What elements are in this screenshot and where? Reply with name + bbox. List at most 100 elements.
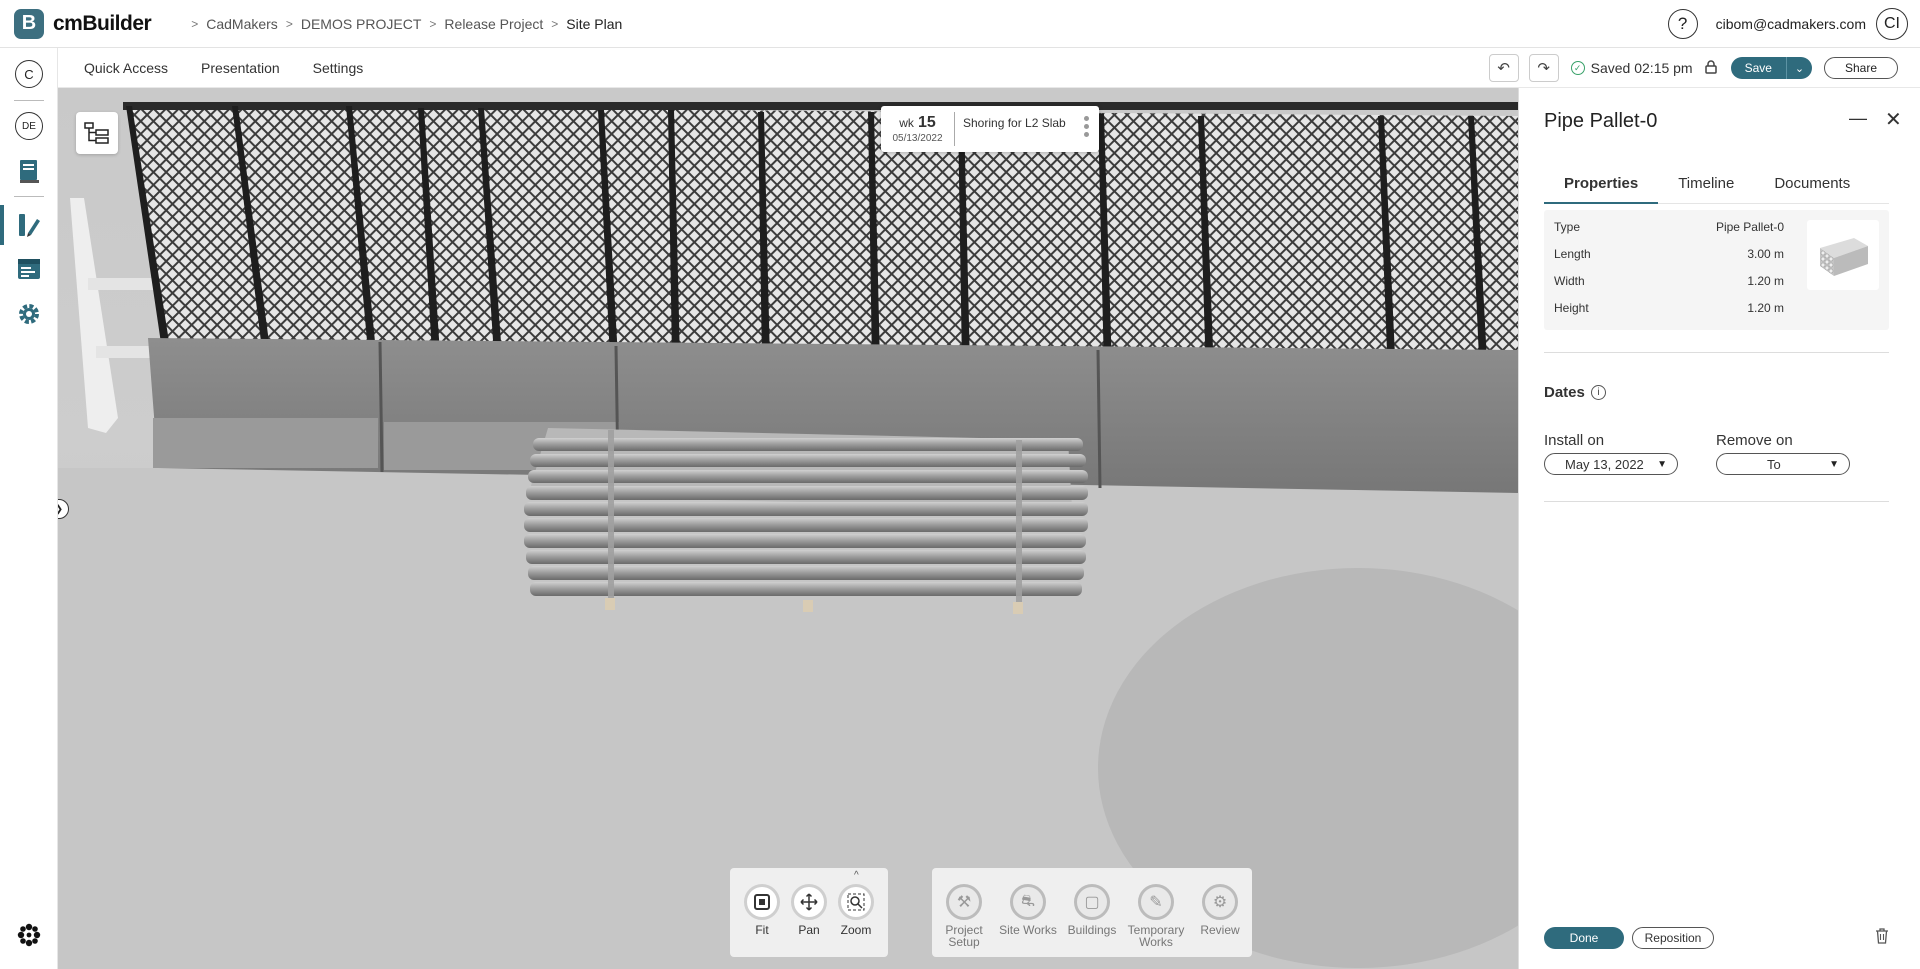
breadcrumb-item-cadmakers[interactable]: CadMakers [206, 16, 278, 32]
tab-timeline[interactable]: Timeline [1658, 174, 1754, 204]
property-value: 1.20 m [1747, 301, 1784, 315]
panel-title: Pipe Pallet-0 [1544, 110, 1658, 132]
schedule-card[interactable]: wk 15 05/13/2022 Shoring for L2 Slab [881, 106, 1099, 152]
breadcrumb-separator: > [429, 16, 437, 31]
site-works-icon: ⛐ [1010, 884, 1046, 920]
activity-name: Shoring for L2 Slab [963, 116, 1066, 130]
rail-divider [14, 196, 44, 197]
breadcrumb-separator: > [551, 16, 559, 31]
week-line: wk 15 [881, 114, 954, 132]
property-type: Type Pipe Pallet-0 [1554, 220, 1784, 234]
rail-divider [14, 100, 44, 101]
property-value: Pipe Pallet-0 [1715, 220, 1784, 234]
project-badge-letters: DE [15, 112, 43, 140]
documents-icon[interactable] [12, 154, 46, 188]
review-label: Review [1200, 923, 1240, 937]
help-icon[interactable]: ? [1667, 9, 1698, 39]
minimize-icon[interactable]: — [1849, 108, 1867, 129]
project-badge[interactable]: DE [12, 109, 46, 143]
menu-presentation[interactable]: Presentation [201, 60, 280, 76]
trash-icon[interactable] [1875, 928, 1889, 948]
active-indicator [0, 205, 4, 245]
done-button[interactable]: Done [1544, 927, 1624, 949]
schedule-icon[interactable] [12, 252, 46, 286]
property-height: Height 1.20 m [1554, 301, 1784, 315]
project-setup-icon: ⚒ [946, 884, 982, 920]
logo-letter: B [21, 12, 37, 34]
property-label: Width [1554, 274, 1585, 288]
user-email[interactable]: cibom@cadmakers.com [1716, 16, 1866, 32]
buildings-button[interactable]: ▢ Buildings [1062, 884, 1122, 936]
breadcrumb-separator: > [191, 16, 199, 31]
divider [1544, 352, 1889, 353]
breadcrumb-separator: > [285, 16, 293, 31]
info-icon[interactable]: i [1591, 385, 1606, 400]
tab-properties[interactable]: Properties [1544, 174, 1659, 204]
remove-date-select[interactable]: To ▼ [1716, 453, 1850, 475]
breadcrumb-item-release-project[interactable]: Release Project [444, 16, 543, 32]
divider [1544, 501, 1889, 502]
apps-icon[interactable] [12, 918, 46, 952]
property-length: Length 3.00 m [1554, 247, 1784, 261]
save-group: Save ⌄ [1730, 57, 1812, 79]
close-icon[interactable]: ✕ [1885, 107, 1902, 132]
toolbar-actions: ↶ ↷ ✓ Saved 02:15 pm Save ⌄ Share [1479, 54, 1898, 82]
properties-box: Type Pipe Pallet-0 Length 3.00 m Width 1.20… [1544, 210, 1889, 330]
app-name: cmBuilder [53, 11, 152, 35]
pipe-pallet-thumbnail [1807, 220, 1879, 290]
breadcrumb-item-site-plan: Site Plan [566, 15, 623, 32]
install-date-value: May 13, 2022 [1565, 456, 1644, 472]
temporary-works-button[interactable]: ✎ Temporary Works [1126, 884, 1186, 948]
caret-down-icon: ▼ [1829, 458, 1839, 470]
avatar[interactable]: CI [1876, 8, 1908, 40]
temporary-works-label: Temporary Works [1127, 923, 1185, 949]
project-setup-button[interactable]: ⚒ Project Setup [934, 884, 994, 948]
breadcrumb-item-demos-project[interactable]: DEMOS PROJECT [301, 16, 422, 32]
site-plan-edit-icon[interactable] [12, 208, 46, 242]
week-number: 15 [917, 114, 936, 131]
menu-quick-access[interactable]: Quick Access [84, 60, 168, 76]
breadcrumb: > CadMakers > DEMOS PROJECT > Release Pr… [183, 16, 622, 32]
share-button[interactable]: Share [1823, 57, 1898, 79]
more-options-icon[interactable] [1084, 116, 1089, 137]
properties-panel: Pipe Pallet-0 — ✕ Properties Timeline Do… [1518, 88, 1920, 969]
save-button[interactable]: Save [1730, 57, 1786, 79]
navigation-tools: ^ Fit Pan Zoom [730, 868, 888, 957]
property-value: 3.00 m [1747, 247, 1784, 261]
buildings-icon: ▢ [1074, 884, 1110, 920]
check-icon: ✓ [1570, 61, 1585, 75]
week-prefix: wk [899, 116, 914, 130]
temporary-works-icon: ✎ [1138, 884, 1174, 920]
undo-icon[interactable]: ↶ [1488, 54, 1519, 82]
review-icon: ⚙ [1202, 884, 1238, 920]
works-tools: ⚒ Project Setup ⛐ Site Works ▢ Buildings… [932, 868, 1252, 957]
chevron-up-icon[interactable]: ^ [854, 870, 859, 881]
zoom-label: Zoom [840, 923, 872, 937]
property-label: Height [1554, 301, 1589, 315]
model-tree-icon[interactable] [76, 112, 118, 154]
site-works-button[interactable]: ⛐ Site Works [998, 884, 1058, 936]
app-logo[interactable]: B [14, 8, 44, 39]
tab-documents[interactable]: Documents [1754, 174, 1870, 204]
3d-viewport[interactable]: ❯ wk15 05/13/2022 Shoring for L2 Slab ^ … [58, 88, 1518, 969]
company-badge[interactable]: C [12, 57, 46, 91]
property-label: Type [1554, 220, 1581, 234]
zoom-button[interactable]: Zoom [826, 884, 886, 936]
redo-icon[interactable]: ↷ [1528, 54, 1559, 82]
pan-icon [791, 884, 827, 920]
property-label: Length [1554, 247, 1591, 261]
fit-icon [744, 884, 780, 920]
reposition-button[interactable]: Reposition [1632, 927, 1714, 949]
week-badge: wk 15 05/13/2022 [881, 112, 955, 146]
saved-status: ✓ Saved 02:15 pm [1570, 60, 1693, 76]
install-on-label: Install on [1544, 432, 1605, 449]
review-button[interactable]: ⚙ Review [1190, 884, 1250, 936]
header-right: ? cibom@cadmakers.com CI [1667, 8, 1908, 40]
save-dropdown-chevron-down-icon[interactable]: ⌄ [1785, 57, 1812, 79]
menu-settings[interactable]: Settings [313, 60, 364, 76]
project-setup-label: Project Setup [945, 923, 983, 949]
settings-gear-icon[interactable] [12, 297, 46, 331]
panel-tabs: Properties Timeline Documents [1544, 174, 1889, 204]
lock-icon[interactable] [1704, 59, 1717, 77]
install-date-select[interactable]: May 13, 2022 ▼ [1544, 453, 1678, 475]
